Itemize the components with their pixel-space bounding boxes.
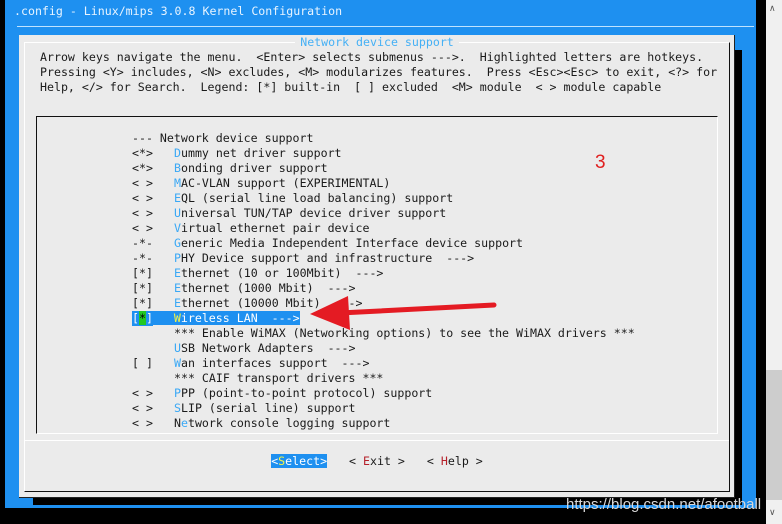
scroll-up-icon[interactable]: ∧ [769,4,776,14]
red-arrow-annotation [310,296,497,330]
watermark: https://blog.csdn.net/afootball [566,496,762,513]
scrollbar-thumb[interactable] [766,370,782,500]
scroll-down-icon[interactable]: ∨ [769,508,776,518]
scrollbar[interactable]: ∧ ∨ [766,0,782,524]
